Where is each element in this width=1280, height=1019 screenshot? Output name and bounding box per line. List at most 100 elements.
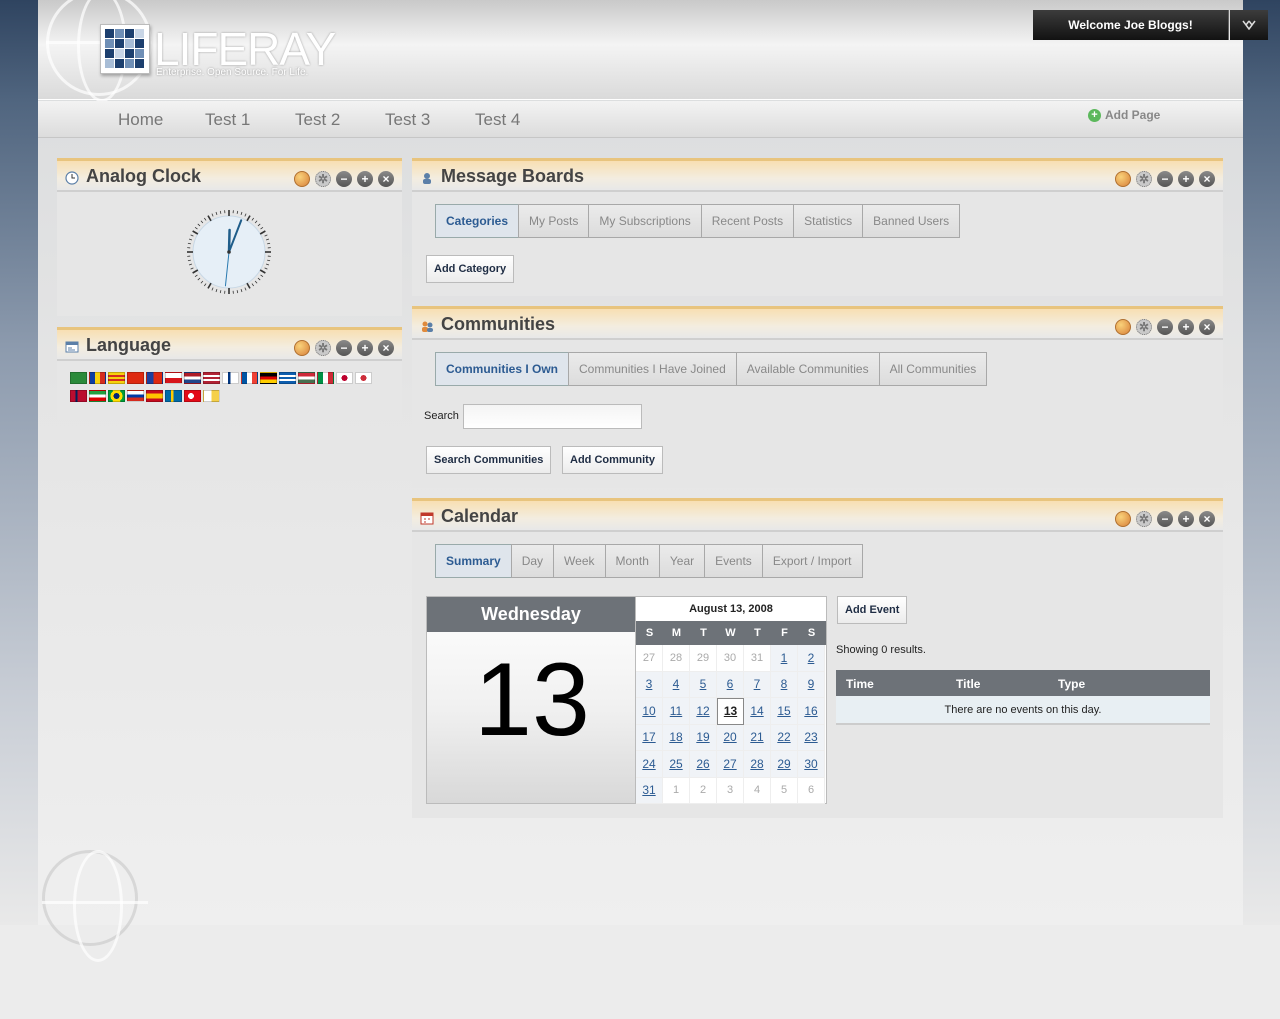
look-and-feel-icon[interactable] — [294, 340, 310, 356]
flag-el-icon[interactable] — [279, 372, 296, 384]
calendar-day-link[interactable]: 27 — [717, 751, 744, 778]
tab-week[interactable]: Week — [553, 544, 606, 578]
calendar-day-link[interactable]: 1 — [771, 645, 798, 672]
column-header-type[interactable]: Type — [1058, 677, 1085, 691]
calendar-day-link[interactable]: 16 — [798, 698, 825, 725]
flag-zh-tw-icon[interactable] — [146, 372, 163, 384]
calendar-day-link[interactable]: 24 — [636, 751, 663, 778]
tab-available-communities[interactable]: Available Communities — [735, 352, 880, 386]
tab-day[interactable]: Day — [510, 544, 555, 578]
calendar-day-link[interactable]: 22 — [771, 724, 798, 751]
flag-ca-icon[interactable] — [89, 372, 106, 384]
look-and-feel-icon[interactable] — [1115, 319, 1131, 335]
nav-item-test-1[interactable]: Test 1 — [205, 110, 250, 130]
calendar-day-link[interactable]: 11 — [663, 698, 690, 725]
calendar-day-link[interactable]: 4 — [663, 671, 690, 698]
calendar-day-link[interactable]: 15 — [771, 698, 798, 725]
calendar-day-link[interactable]: 14 — [744, 698, 771, 725]
add-community-button[interactable]: Add Community — [562, 446, 663, 474]
calendar-day-link[interactable]: 31 — [636, 777, 663, 804]
flag-nl-icon[interactable] — [184, 372, 201, 384]
flag-sv-icon[interactable] — [165, 390, 182, 402]
calendar-day-link[interactable]: 17 — [636, 724, 663, 751]
add-event-button[interactable]: Add Event — [837, 596, 908, 624]
calendar-day-link[interactable]: 10 — [636, 698, 663, 725]
calendar-day-link[interactable]: 7 — [744, 671, 771, 698]
gear-icon[interactable]: ✲ — [1136, 171, 1152, 187]
tab-year[interactable]: Year — [658, 544, 706, 578]
flag-es-icon[interactable] — [146, 390, 163, 402]
calendar-day-link[interactable]: 28 — [744, 751, 771, 778]
tab-summary[interactable]: Summary — [435, 544, 512, 578]
minimize-icon[interactable]: − — [1157, 319, 1173, 335]
calendar-day-link[interactable]: 9 — [798, 671, 825, 698]
close-icon[interactable]: × — [378, 171, 394, 187]
column-header-time[interactable]: Time — [846, 677, 874, 691]
flag-ar-icon[interactable] — [70, 372, 87, 384]
look-and-feel-icon[interactable] — [1115, 511, 1131, 527]
maximize-icon[interactable]: + — [357, 340, 373, 356]
gear-icon[interactable]: ✲ — [315, 171, 331, 187]
nav-item-home[interactable]: Home — [118, 110, 163, 130]
calendar-day-link[interactable]: 30 — [798, 751, 825, 778]
flag-zh-cn-icon[interactable] — [127, 372, 144, 384]
flag-fa-icon[interactable] — [89, 390, 106, 402]
chevron-down-icon[interactable] — [1230, 10, 1268, 40]
flag-tr-icon[interactable] — [184, 390, 201, 402]
close-icon[interactable]: × — [1199, 171, 1215, 187]
search-input[interactable] — [463, 404, 642, 429]
liferay-logo-icon[interactable] — [100, 24, 150, 74]
flag-de-icon[interactable] — [260, 372, 277, 384]
flag-en-icon[interactable] — [203, 372, 220, 384]
calendar-day-link[interactable]: 3 — [636, 671, 663, 698]
tab-categories[interactable]: Categories — [435, 204, 520, 238]
minimize-icon[interactable]: − — [1157, 171, 1173, 187]
tab-communities-i-have-joined[interactable]: Communities I Have Joined — [568, 352, 737, 386]
add-category-button[interactable]: Add Category — [426, 255, 515, 283]
tab-export-import[interactable]: Export / Import — [761, 544, 863, 578]
calendar-day-link[interactable]: 21 — [744, 724, 771, 751]
nav-item-test-4[interactable]: Test 4 — [475, 110, 520, 130]
look-and-feel-icon[interactable] — [294, 171, 310, 187]
calendar-day-link[interactable]: 26 — [690, 751, 717, 778]
minimize-icon[interactable]: − — [336, 340, 352, 356]
minimize-icon[interactable]: − — [1157, 511, 1173, 527]
flag-hu-icon[interactable] — [298, 372, 315, 384]
column-header-title[interactable]: Title — [956, 677, 980, 691]
calendar-day-link[interactable]: 2 — [798, 645, 825, 672]
tab-statistics[interactable]: Statistics — [793, 204, 864, 238]
maximize-icon[interactable]: + — [357, 171, 373, 187]
welcome-button[interactable]: Welcome Joe Bloggs! — [1033, 10, 1229, 40]
calendar-day-link[interactable]: 12 — [690, 698, 717, 725]
nav-item-test-2[interactable]: Test 2 — [295, 110, 340, 130]
flag-pt-br-icon[interactable] — [108, 390, 125, 402]
close-icon[interactable]: × — [378, 340, 394, 356]
calendar-day-link[interactable]: 19 — [690, 724, 717, 751]
close-icon[interactable]: × — [1199, 511, 1215, 527]
flag-nb-icon[interactable] — [70, 390, 87, 402]
flag-es-ca-icon[interactable] — [108, 372, 125, 384]
calendar-day-link[interactable]: 23 — [798, 724, 825, 751]
calendar-day-link[interactable]: 5 — [690, 671, 717, 698]
flag-ko-icon[interactable] — [355, 372, 372, 384]
maximize-icon[interactable]: + — [1178, 319, 1194, 335]
calendar-day-link[interactable]: 8 — [771, 671, 798, 698]
tab-my-subscriptions[interactable]: My Subscriptions — [588, 204, 702, 238]
flag-fi-icon[interactable] — [222, 372, 239, 384]
flag-vi-icon[interactable] — [203, 390, 220, 402]
calendar-day-today[interactable]: 13 — [717, 698, 744, 725]
add-page-button[interactable]: + Add Page — [1088, 108, 1160, 122]
tab-communities-i-own[interactable]: Communities I Own — [435, 352, 570, 386]
gear-icon[interactable]: ✲ — [1136, 511, 1152, 527]
maximize-icon[interactable]: + — [1178, 171, 1194, 187]
calendar-day-link[interactable]: 25 — [663, 751, 690, 778]
tab-my-posts[interactable]: My Posts — [518, 204, 590, 238]
tab-month[interactable]: Month — [604, 544, 660, 578]
tab-banned-users[interactable]: Banned Users — [862, 204, 961, 238]
flag-fr-icon[interactable] — [241, 372, 258, 384]
gear-icon[interactable]: ✲ — [315, 340, 331, 356]
maximize-icon[interactable]: + — [1178, 511, 1194, 527]
tab-recent-posts[interactable]: Recent Posts — [700, 204, 795, 238]
flag-ja-icon[interactable] — [336, 372, 353, 384]
tab-all-communities[interactable]: All Communities — [878, 352, 988, 386]
